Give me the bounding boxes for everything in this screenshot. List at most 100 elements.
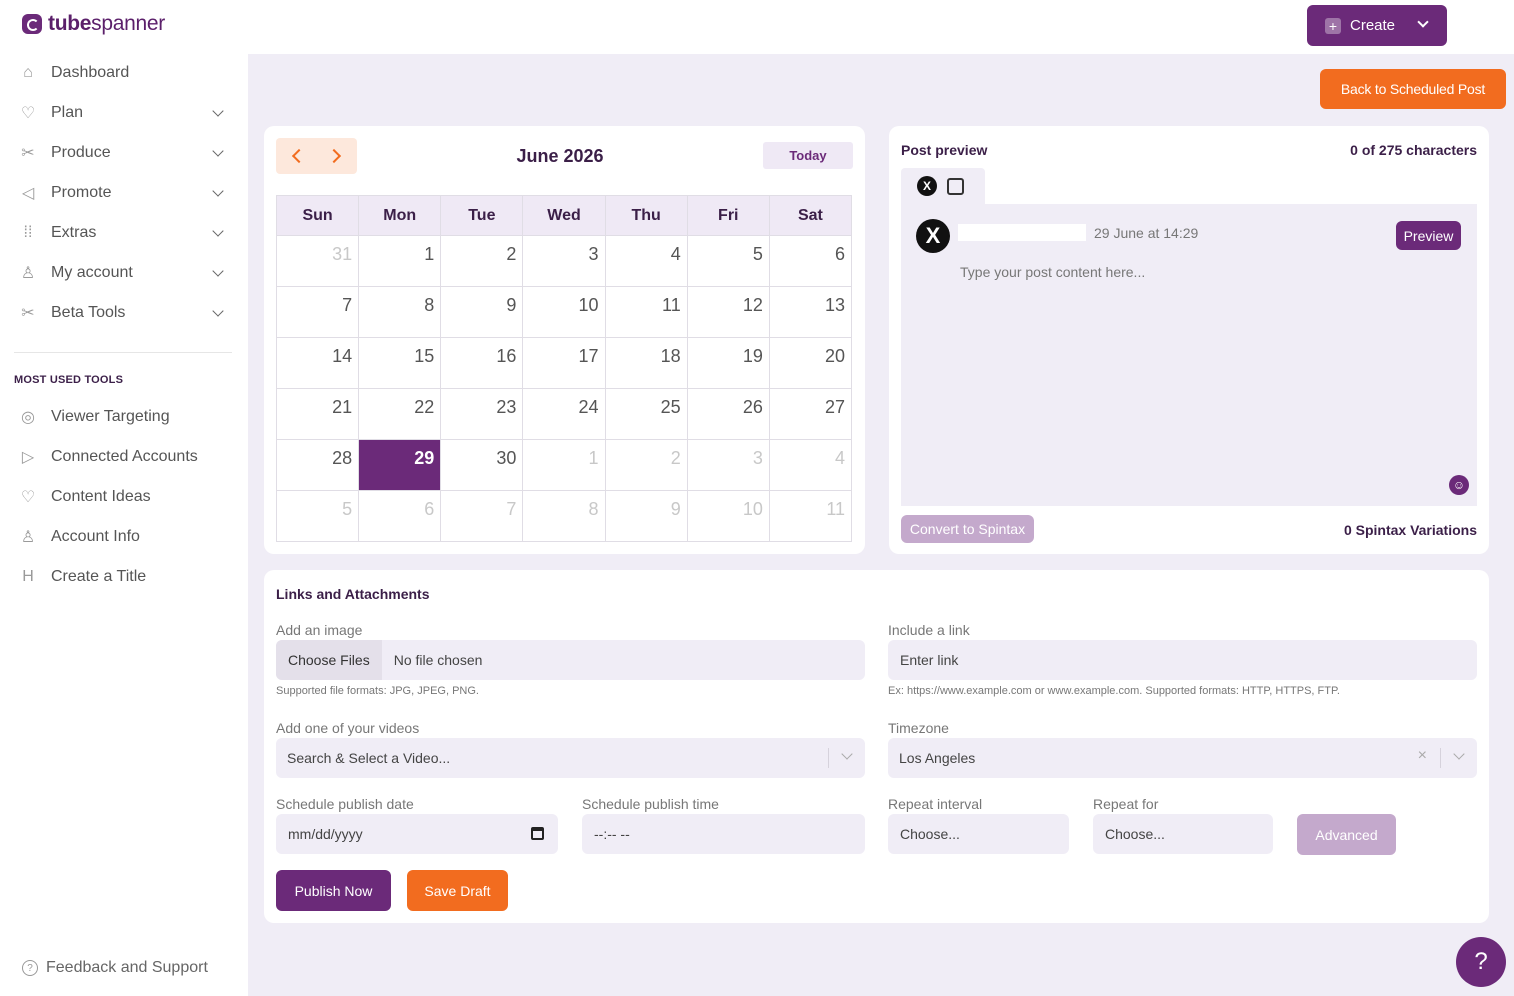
calendar-day[interactable]: 11: [604, 286, 688, 338]
calendar-day[interactable]: 13: [768, 286, 853, 338]
publish-time-input[interactable]: --:-- --: [582, 814, 865, 854]
weekday-header: Sat: [768, 195, 853, 236]
tool-item-account-info[interactable]: ♙ Account Info: [14, 517, 234, 557]
today-button[interactable]: Today: [763, 142, 853, 169]
calendar-day[interactable]: 20: [768, 337, 853, 389]
calendar-day[interactable]: 27: [768, 388, 853, 440]
calendar-day[interactable]: 19: [686, 337, 770, 389]
calendar-day[interactable]: 15: [358, 337, 442, 389]
calendar-day[interactable]: 7: [440, 490, 524, 542]
calendar-icon[interactable]: [531, 827, 544, 840]
tool-item-viewer-targeting[interactable]: ◎ Viewer Targeting: [14, 397, 234, 437]
calendar-day[interactable]: 11: [768, 490, 853, 542]
calendar-day[interactable]: 23: [440, 388, 524, 440]
repeat-for-select[interactable]: Choose...: [1093, 814, 1273, 854]
calendar-day[interactable]: 4: [604, 235, 688, 287]
calendar-day[interactable]: 22: [358, 388, 442, 440]
calendar-day[interactable]: 4: [768, 439, 853, 491]
checkbox-icon[interactable]: [947, 177, 964, 195]
calendar-day[interactable]: 14: [275, 337, 360, 389]
logo[interactable]: tubespanner: [22, 12, 165, 36]
convert-to-spintax-button[interactable]: Convert to Spintax: [901, 515, 1034, 543]
calendar-day[interactable]: 17: [522, 337, 606, 389]
calendar-day[interactable]: 6: [768, 235, 853, 287]
publish-date-input[interactable]: mm/dd/yyyy: [276, 814, 558, 854]
calendar-day[interactable]: 24: [522, 388, 606, 440]
calendar-day[interactable]: 3: [522, 235, 606, 287]
calendar-day[interactable]: 2: [604, 439, 688, 491]
calendar-day[interactable]: 3: [686, 439, 770, 491]
calendar-day[interactable]: 1: [522, 439, 606, 491]
most-used-nav: ◎ Viewer Targeting ▷ Connected Accounts ♡ Con…: [14, 397, 234, 597]
calendar-day[interactable]: 26: [686, 388, 770, 440]
chevron-down-icon: [212, 186, 226, 200]
emoji-icon[interactable]: ☺: [1449, 475, 1469, 495]
post-preview-title: Post preview: [901, 142, 988, 158]
help-icon[interactable]: ?: [1456, 937, 1506, 987]
calendar-day[interactable]: 12: [686, 286, 770, 338]
lightbulb-icon: ♡: [20, 489, 36, 506]
calendar-day[interactable]: 9: [440, 286, 524, 338]
repeat-interval-select[interactable]: Choose...: [888, 814, 1069, 854]
youtube-icon: ▷: [21, 449, 35, 466]
sidebar-item-beta-tools[interactable]: ✂ Beta Tools: [14, 293, 234, 333]
user-gear-icon: ♙: [20, 529, 36, 546]
link-input[interactable]: Enter link: [888, 640, 1477, 680]
logo-icon: [22, 14, 42, 34]
calendar-day[interactable]: 6: [358, 490, 442, 542]
calendar-day[interactable]: 10: [686, 490, 770, 542]
image-file-input[interactable]: Choose Files No file chosen: [276, 640, 865, 680]
clear-icon[interactable]: ×: [1418, 747, 1427, 765]
video-select[interactable]: Search & Select a Video...: [276, 738, 865, 778]
calendar-week-row: 21 22 23 24 25 26 27: [275, 388, 853, 440]
sidebar-item-my-account[interactable]: ♙ My account: [14, 253, 234, 293]
calendar-day[interactable]: 28: [275, 439, 360, 491]
calendar-day[interactable]: 18: [604, 337, 688, 389]
advanced-button[interactable]: Advanced: [1297, 814, 1396, 855]
sidebar-item-extras[interactable]: ⁞⁞ Extras: [14, 213, 234, 253]
tool-item-connected-accounts[interactable]: ▷ Connected Accounts: [14, 437, 234, 477]
sidebar-item-promote[interactable]: ◁ Promote: [14, 173, 234, 213]
calendar-day[interactable]: 8: [522, 490, 606, 542]
create-button[interactable]: + Create: [1307, 5, 1447, 46]
calendar-day[interactable]: 2: [440, 235, 524, 287]
sidebar-item-dashboard[interactable]: ⌂ Dashboard: [14, 53, 234, 93]
calendar-day[interactable]: 16: [440, 337, 524, 389]
feedback-link[interactable]: ? Feedback and Support: [22, 959, 208, 977]
chevron-down-icon: [1417, 16, 1429, 28]
calendar-day[interactable]: 30: [440, 439, 524, 491]
back-to-scheduled-post-button[interactable]: Back to Scheduled Post: [1320, 69, 1506, 109]
calendar-day[interactable]: 25: [604, 388, 688, 440]
tool-item-create-a-title[interactable]: H Create a Title: [14, 557, 234, 597]
most-used-tools-title: MOST USED TOOLS: [14, 374, 124, 386]
calendar-day[interactable]: 10: [522, 286, 606, 338]
links-title: Links and Attachments: [276, 586, 430, 602]
post-content-input[interactable]: Type your post content here...: [960, 264, 1145, 280]
x-logo-icon[interactable]: X: [917, 176, 937, 196]
sidebar-item-plan[interactable]: ♡ Plan: [14, 93, 234, 133]
timezone-label: Timezone: [888, 720, 949, 736]
save-draft-button[interactable]: Save Draft: [407, 870, 508, 911]
calendar-day[interactable]: 7: [275, 286, 360, 338]
calendar-day[interactable]: 8: [358, 286, 442, 338]
post-preview-card: Post preview 0 of 275 characters X X 29 …: [889, 126, 1489, 554]
calendar-day[interactable]: 31: [275, 235, 360, 287]
image-label: Add an image: [276, 622, 363, 638]
calendar-day[interactable]: 5: [686, 235, 770, 287]
weekday-header: Wed: [522, 195, 606, 236]
calendar-day[interactable]: 9: [604, 490, 688, 542]
calendar-day[interactable]: 1: [358, 235, 442, 287]
sidebar-item-produce[interactable]: ✂ Produce: [14, 133, 234, 173]
calendar-week-row: 5 6 7 8 9 10 11: [275, 490, 853, 542]
calendar-day[interactable]: 5: [275, 490, 360, 542]
publish-now-button[interactable]: Publish Now: [276, 870, 391, 911]
calendar-day[interactable]: 21: [275, 388, 360, 440]
calendar-day-selected[interactable]: 29: [358, 439, 442, 491]
timezone-select[interactable]: Los Angeles ×: [888, 738, 1477, 778]
create-label: Create: [1350, 17, 1396, 34]
choose-files-button[interactable]: Choose Files: [276, 640, 382, 680]
sidebar: tubespanner ⌂ Dashboard ♡ Plan ✂ Produce ◁ Prom…: [0, 0, 248, 996]
preview-button[interactable]: Preview: [1396, 221, 1461, 250]
tool-item-content-ideas[interactable]: ♡ Content Ideas: [14, 477, 234, 517]
x-avatar-icon: X: [916, 219, 950, 253]
